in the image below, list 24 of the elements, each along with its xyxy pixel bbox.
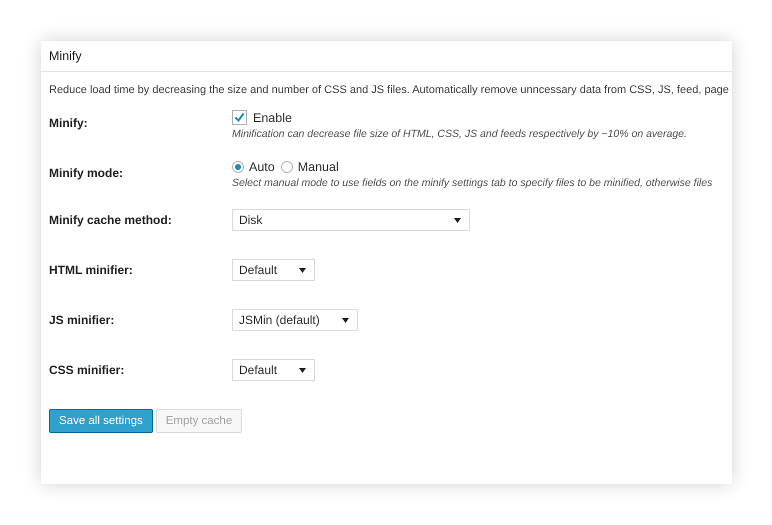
checkbox[interactable]: [232, 110, 247, 125]
panel-title: Minify: [49, 49, 82, 63]
hint-text: Minification can decrease file size of HTML, CSS, JS and feeds respectively by ~10% on average.: [232, 128, 687, 140]
hint-text: Select manual mode to use fields on the minify settings tab to specify files to be minified, otherwise files: [232, 177, 712, 189]
radio-button[interactable]: [280, 161, 293, 173]
setting-label: CSS minifier:: [49, 363, 124, 377]
setting-label: Minify cache method:: [49, 213, 172, 227]
setting-label: JS minifier:: [49, 313, 114, 327]
caret-icon: [454, 218, 461, 222]
checkbox-label[interactable]: Enable: [253, 110, 292, 124]
caret-icon: [342, 318, 349, 322]
setting-label: Minify:: [49, 116, 88, 130]
dropdown[interactable]: JSMin (default): [232, 309, 358, 331]
description-text: Reduce load time by decreasing the size and number of CSS and JS files. Automatically remove unncessary data from CSS, JS, feed, page: [49, 84, 729, 96]
radio-label[interactable]: Auto: [249, 160, 275, 174]
dropdown[interactable]: Default: [232, 359, 316, 381]
dropdown[interactable]: Default: [232, 259, 316, 281]
caret-icon: [299, 268, 306, 272]
setting-label: HTML minifier:: [49, 263, 133, 277]
dropdown[interactable]: Disk: [232, 209, 470, 231]
caret-icon: [299, 368, 306, 372]
radio-button[interactable]: [232, 161, 244, 173]
radio-label[interactable]: Manual: [298, 160, 339, 174]
setting-label: Minify mode:: [49, 166, 123, 180]
